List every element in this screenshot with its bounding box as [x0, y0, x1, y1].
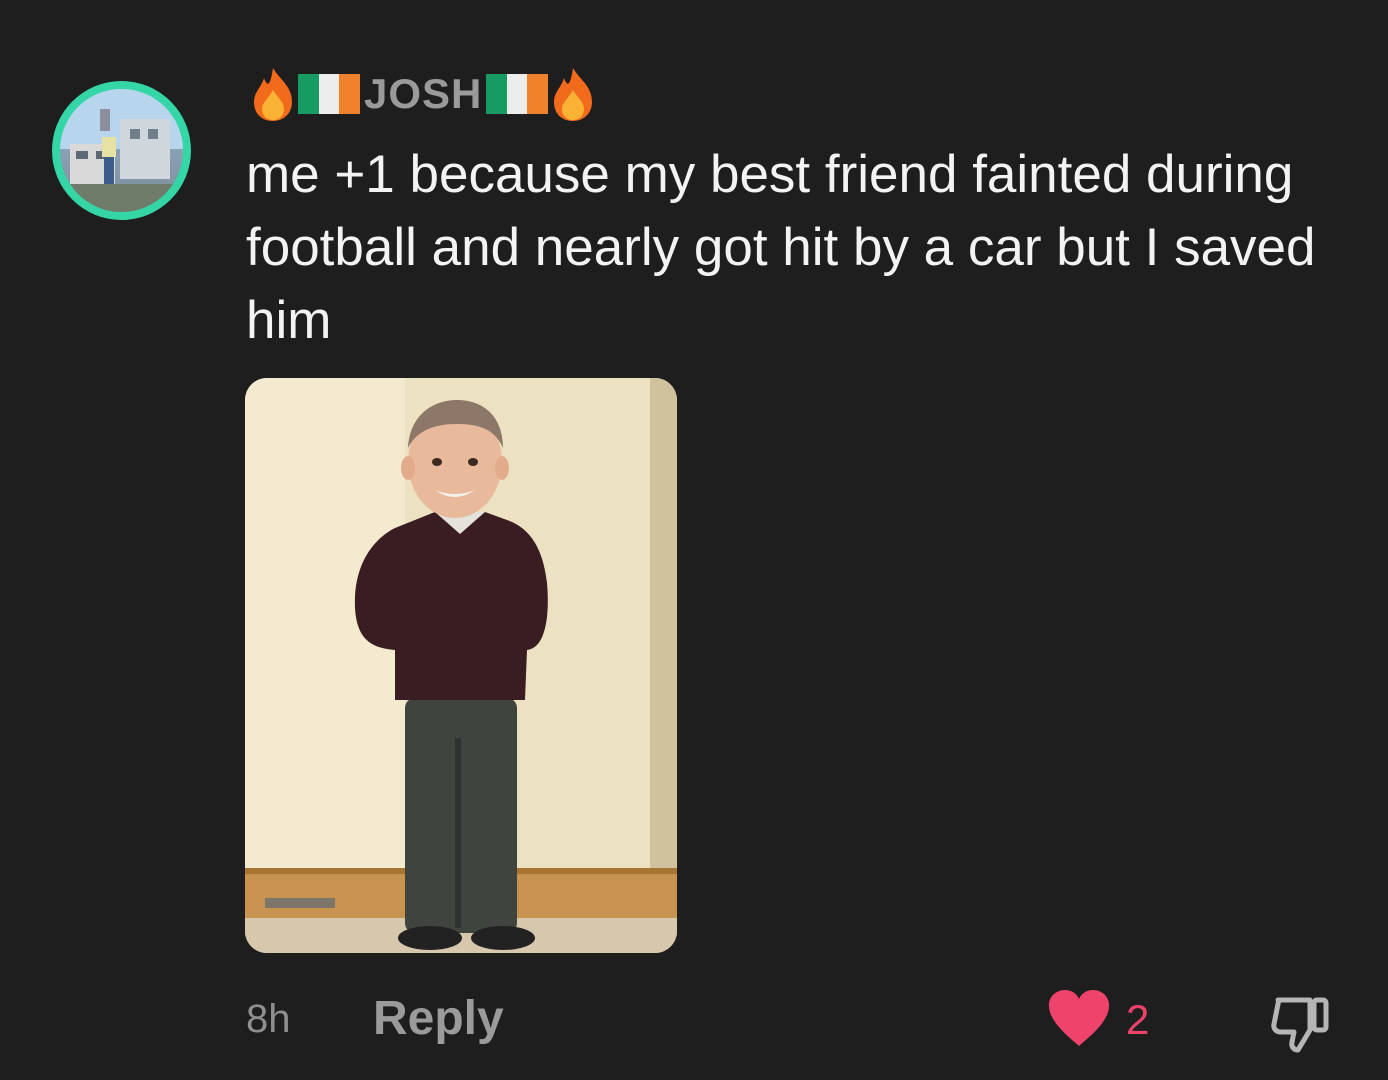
author-name: JOSH — [364, 70, 483, 117]
ireland-flag-icon — [486, 74, 549, 114]
author-name-row[interactable]: JOSH — [250, 64, 596, 124]
reply-button[interactable]: Reply — [373, 990, 504, 1048]
dislike-button[interactable] — [1268, 992, 1332, 1056]
like-button[interactable]: 2 — [1046, 988, 1150, 1053]
avatar[interactable] — [52, 81, 191, 220]
comment-text: me +1 because my best friend fainted dur… — [246, 145, 1316, 350]
ireland-flag-icon — [298, 74, 360, 114]
thumbs-down-icon — [1268, 997, 1332, 1060]
fire-icon — [550, 66, 596, 122]
avatar-image — [60, 89, 183, 212]
timestamp: 8h — [246, 997, 291, 1041]
heart-icon — [1046, 988, 1112, 1053]
like-count: 2 — [1126, 996, 1150, 1043]
fire-icon — [250, 66, 296, 122]
comment-photo[interactable] — [245, 378, 677, 953]
comment-item: JOSH me +1 because my best friend fainte… — [0, 0, 1388, 1080]
